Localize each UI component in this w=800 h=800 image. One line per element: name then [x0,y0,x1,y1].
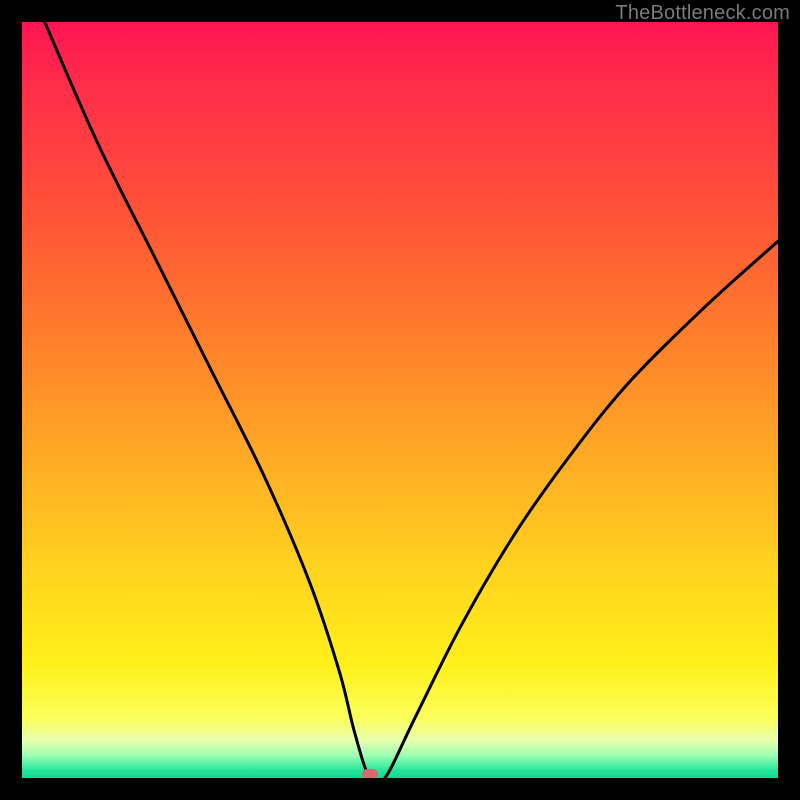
plot-area [22,22,778,778]
optimal-point-marker [362,769,378,778]
bottleneck-curve [22,22,778,778]
